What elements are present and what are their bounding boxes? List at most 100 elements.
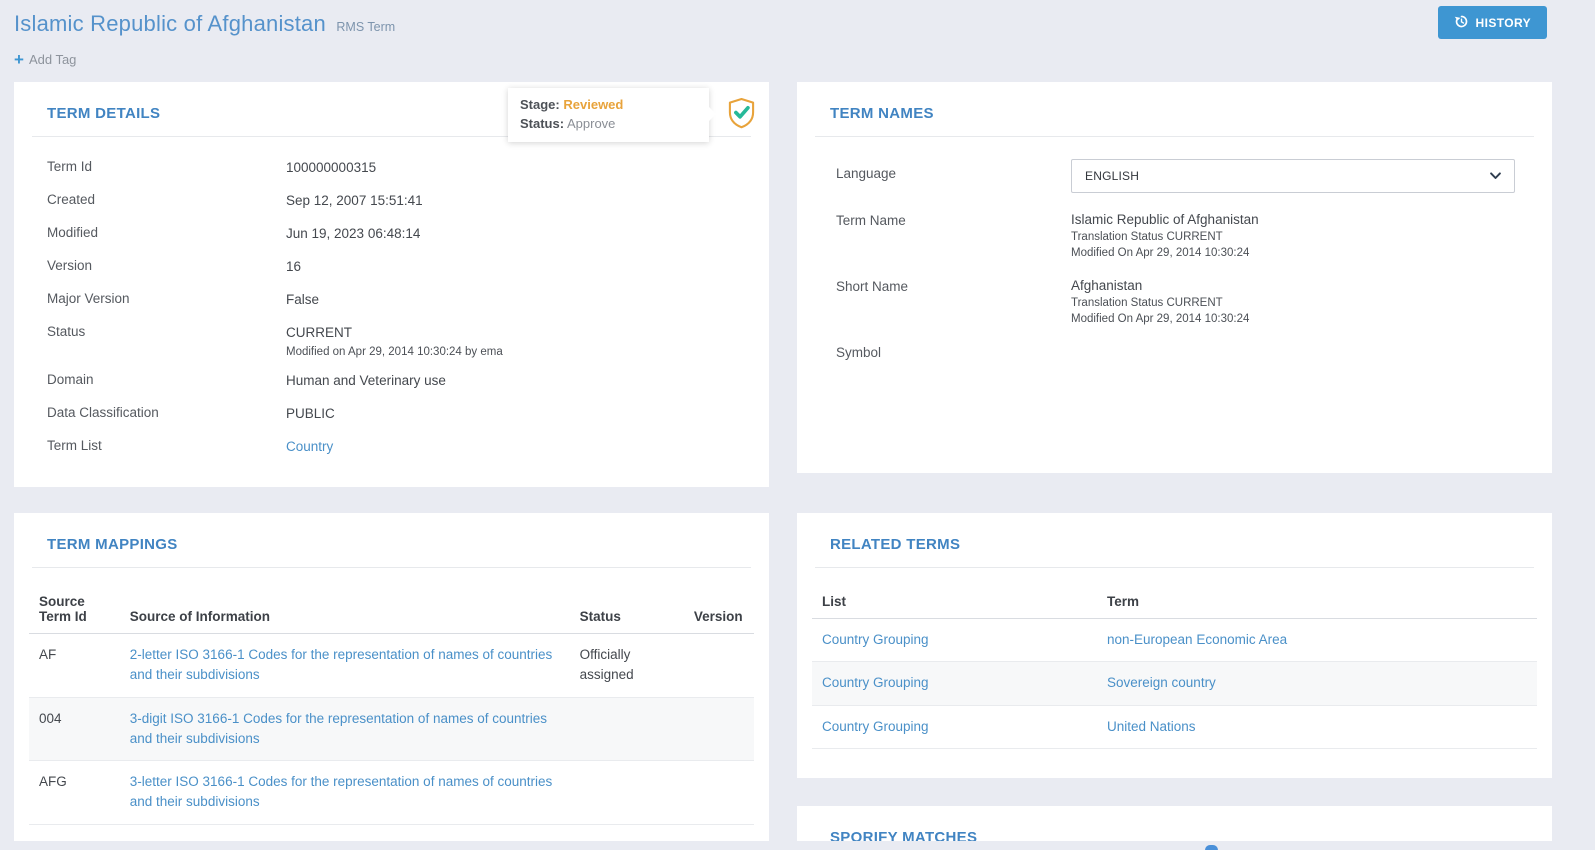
related-list-link: Country Grouping <box>812 662 1097 705</box>
term-name-value: Islamic Republic of Afghanistan <box>1071 212 1515 227</box>
related-list-link: Country Grouping <box>812 705 1097 748</box>
tooltip-stage-line: Stage: Reviewed <box>520 96 697 115</box>
term-name-label: Short Name <box>836 278 1071 325</box>
field-value: Sep 12, 2007 15:51:41 <box>286 191 423 211</box>
related-terms-title: RELATED TERMS <box>797 513 1552 553</box>
field-value: Jun 19, 2023 06:48:14 <box>286 224 420 244</box>
mapping-status-cell: Officially assigned <box>570 634 684 698</box>
plus-icon: + <box>14 51 24 68</box>
history-button-label: HISTORY <box>1476 16 1531 30</box>
add-tag-label: Add Tag <box>29 52 76 67</box>
field-row: Term List Country <box>47 437 736 457</box>
term-mappings-title: TERM MAPPINGS <box>14 513 769 553</box>
term-name-label: Term Name <box>836 212 1071 259</box>
source-term-id-cell: 004 <box>29 697 120 761</box>
term-name-row: Short Name Afghanistan Translation Statu… <box>836 278 1515 325</box>
related-terms-panel: RELATED TERMS List Term <box>797 513 1552 778</box>
column-header-version: Version <box>684 588 754 634</box>
column-header-source-term-id: Source Term Id <box>29 588 120 634</box>
term-mapping-row: 004 3-digit ISO 3166-1 Codes for the rep… <box>29 697 754 761</box>
language-selected-value: ENGLISH <box>1085 169 1139 183</box>
language-select[interactable]: ENGLISH <box>1071 159 1515 193</box>
term-mappings-table: Source Term Id Source of Information Sta… <box>29 588 754 825</box>
field-row: Status CURRENT Modified on Apr 29, 2014 … <box>47 323 736 358</box>
source-term-id-cell: AF <box>29 634 120 698</box>
source-term-id-cell: AFG <box>29 761 120 825</box>
field-row: Term Id 100000000315 <box>47 158 736 178</box>
sporify-matches-title: SPORIFY MATCHES <box>797 806 1552 846</box>
source-of-information-link: 3-digit ISO 3166-1 Codes for the represe… <box>120 697 570 761</box>
add-tag-button[interactable]: + Add Tag <box>14 51 104 68</box>
related-term-row: Country Grouping non-European Economic A… <box>812 619 1537 662</box>
field-row: Modified Jun 19, 2023 06:48:14 <box>47 224 736 244</box>
field-row: Created Sep 12, 2007 15:51:41 <box>47 191 736 211</box>
field-value: PUBLIC <box>286 404 335 424</box>
language-label: Language <box>836 159 1071 193</box>
chevron-down-icon <box>1490 169 1501 183</box>
field-note: Modified on Apr 29, 2014 10:30:24 by ema <box>286 346 503 358</box>
term-details-fields: Term Id 100000000315 Created Sep 12, 200… <box>14 137 769 457</box>
mapping-version-cell <box>684 634 754 698</box>
field-label: Major Version <box>47 290 286 310</box>
floating-button-peek[interactable] <box>1205 845 1218 850</box>
mapping-version-cell <box>684 761 754 825</box>
term-name-row: Term Name Islamic Republic of Afghanista… <box>836 212 1515 259</box>
field-label: Version <box>47 257 286 277</box>
language-row: Language ENGLISH <box>836 159 1515 193</box>
field-value: 100000000315 <box>286 158 376 178</box>
term-mappings-panel: TERM MAPPINGS Source Term Id Source of I… <box>14 513 769 850</box>
field-value: Country <box>286 437 333 457</box>
tooltip-status-line: Status: Approve <box>520 115 697 134</box>
page: Islamic Republic of Afghanistan RMS Term… <box>0 0 1595 850</box>
related-list-link: Country Grouping <box>812 619 1097 662</box>
page-title: Islamic Republic of Afghanistan <box>14 11 326 36</box>
term-name-value: Afghanistan <box>1071 278 1515 293</box>
related-terms-table: List Term Country Grouping non-European … <box>812 588 1537 749</box>
mapping-version-cell <box>684 697 754 761</box>
column-header-term: Term <box>1097 588 1537 619</box>
translation-status: Translation Status CURRENT <box>1071 231 1515 243</box>
status-value: Approve <box>567 116 615 131</box>
bottom-scroll-strip <box>0 841 1595 850</box>
field-label: Term List <box>47 437 286 457</box>
stage-status-tooltip: Stage: Reviewed Status: Approve <box>508 88 709 142</box>
source-of-information-link: 3-letter ISO 3166-1 Codes for the repres… <box>120 761 570 825</box>
modified-on: Modified On Apr 29, 2014 10:30:24 <box>1071 247 1515 259</box>
field-value: Human and Veterinary use <box>286 371 446 391</box>
related-term-link: non-European Economic Area <box>1097 619 1537 662</box>
page-header: Islamic Republic of Afghanistan RMS Term… <box>14 0 1595 82</box>
term-name-label: Symbol <box>836 344 1071 360</box>
field-label: Created <box>47 191 286 211</box>
page-subtitle: RMS Term <box>336 20 395 34</box>
field-label: Modified <box>47 224 286 244</box>
related-term-link: Sovereign country <box>1097 662 1537 705</box>
right-column: TERM NAMES Language ENGLISH <box>797 82 1552 850</box>
modified-on: Modified On Apr 29, 2014 10:30:24 <box>1071 313 1515 325</box>
term-name-row: Symbol <box>836 344 1515 360</box>
field-label: Data Classification <box>47 404 286 424</box>
field-value: 16 <box>286 257 301 277</box>
related-term-link: United Nations <box>1097 705 1537 748</box>
title-row: Islamic Republic of Afghanistan RMS Term… <box>14 0 1595 37</box>
source-of-information-link: 2-letter ISO 3166-1 Codes for the repres… <box>120 634 570 698</box>
term-mapping-row: AF 2-letter ISO 3166-1 Codes for the rep… <box>29 634 754 698</box>
term-names-panel: TERM NAMES Language ENGLISH <box>797 82 1552 473</box>
field-label: Status <box>47 323 286 358</box>
column-header-list: List <box>812 588 1097 619</box>
field-label: Domain <box>47 371 286 391</box>
left-column: TERM DETAILS Stage: Reviewed Status: App… <box>14 82 769 850</box>
related-term-row: Country Grouping United Nations <box>812 705 1537 748</box>
field-row: Major Version False <box>47 290 736 310</box>
field-value: False <box>286 290 319 310</box>
field-row: Data Classification PUBLIC <box>47 404 736 424</box>
related-term-row: Country Grouping Sovereign country <box>812 662 1537 705</box>
shield-check-icon[interactable] <box>727 97 756 134</box>
field-label: Term Id <box>47 158 286 178</box>
column-header-status: Status <box>570 588 684 634</box>
history-button[interactable]: HISTORY <box>1438 6 1547 39</box>
stage-value: Reviewed <box>563 97 623 112</box>
field-row: Version 16 <box>47 257 736 277</box>
term-names-title: TERM NAMES <box>797 82 1552 122</box>
field-value: CURRENT <box>286 323 503 343</box>
content-columns: TERM DETAILS Stage: Reviewed Status: App… <box>14 82 1595 850</box>
